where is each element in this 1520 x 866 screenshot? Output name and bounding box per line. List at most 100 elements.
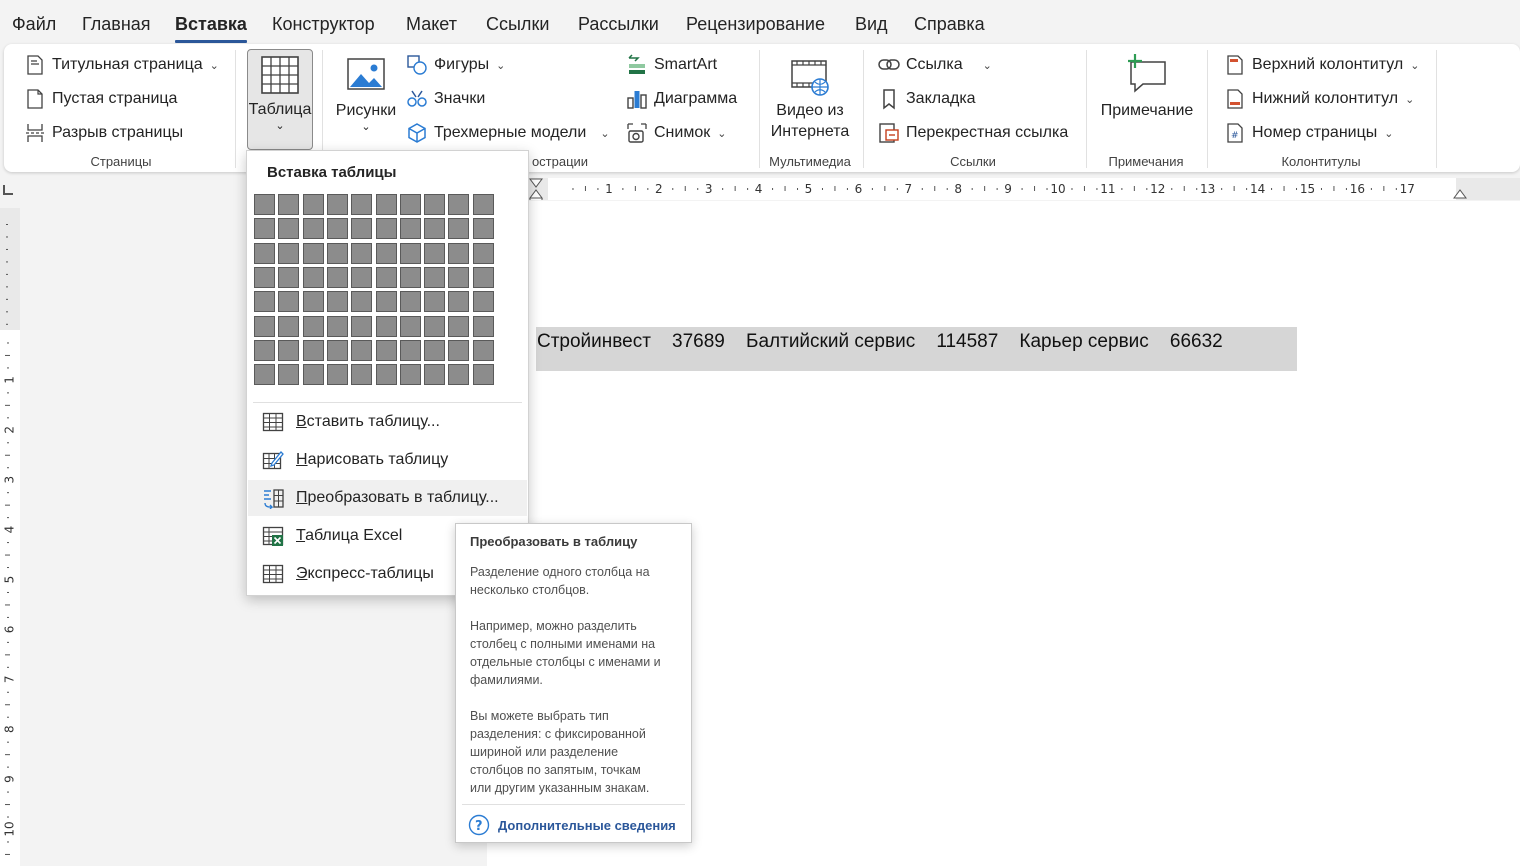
table-grid-cell[interactable] [399,218,421,240]
table-grid-cell[interactable] [448,315,470,337]
table-grid-cell[interactable] [254,194,275,215]
tab-home[interactable]: Главная [82,13,151,35]
table-grid-cell[interactable] [375,291,397,313]
table-grid-cell[interactable] [399,364,421,386]
pictures-button[interactable]: Рисунки ⌄ [332,56,400,133]
table-grid-cell[interactable] [375,242,397,264]
table-grid-cell[interactable] [278,218,300,240]
tab-references[interactable]: Ссылки [486,13,549,35]
tab-layout[interactable]: Макет [406,13,457,35]
shapes-button[interactable]: Фигуры ⌄ [406,52,505,78]
table-grid-cell[interactable] [351,218,373,240]
table-grid-cell[interactable] [448,218,470,240]
table-grid-cell[interactable] [302,315,324,337]
table-grid-cell[interactable] [302,242,324,264]
table-grid-cell[interactable] [399,242,421,264]
footer-button[interactable]: Нижний колонтитул ⌄ [1224,86,1414,112]
table-grid-cell[interactable] [472,194,494,215]
table-grid-cell[interactable] [448,339,470,361]
table-grid-cell[interactable] [326,291,348,313]
page-number-button[interactable]: # Номер страницы ⌄ [1224,120,1393,146]
table-grid-cell[interactable] [399,266,421,288]
table-grid-cell[interactable] [326,194,348,215]
table-grid-cell[interactable] [424,218,446,240]
table-grid-cell[interactable] [278,339,300,361]
tab-help[interactable]: Справка [914,13,985,35]
table-grid-cell[interactable] [399,194,421,215]
table-grid-cell[interactable] [448,266,470,288]
comment-button[interactable]: Примечание [1098,52,1196,121]
table-grid-cell[interactable] [254,339,275,361]
cross-reference-button[interactable]: Перекрестная ссылка [878,120,1068,146]
table-grid-cell[interactable] [278,291,300,313]
table-grid-cell[interactable] [278,242,300,264]
table-grid-cell[interactable] [424,194,446,215]
header-button[interactable]: Верхний колонтитул ⌄ [1224,52,1419,78]
table-grid-cell[interactable] [326,218,348,240]
table-grid-cell[interactable] [472,266,494,288]
table-grid-cell[interactable] [351,364,373,386]
icons-button[interactable]: Значки [406,86,485,112]
table-grid-cell[interactable] [424,266,446,288]
table-grid-cell[interactable] [302,364,324,386]
table-grid-cell[interactable] [326,315,348,337]
table-grid-cell[interactable] [472,339,494,361]
horizontal-ruler[interactable]: 1 2 3 4 5 6 7 8 9 10 11 12 13 14 15 16 17 [526,178,1520,200]
table-grid-cell[interactable] [302,218,324,240]
tab-selector[interactable] [3,185,13,195]
table-grid-cell[interactable] [326,266,348,288]
table-grid-cell[interactable] [448,194,470,215]
table-grid-cell[interactable] [278,194,300,215]
table-grid-cell[interactable] [302,194,324,215]
table-grid-cell[interactable] [424,339,446,361]
smartart-button[interactable]: SmartArt [626,52,717,78]
table-grid-cell[interactable] [375,364,397,386]
table-grid-cell[interactable] [399,315,421,337]
table-grid-cell[interactable] [278,364,300,386]
table-grid-cell[interactable] [399,291,421,313]
table-grid-cell[interactable] [254,242,275,264]
screenshot-button[interactable]: Снимок ⌄ [626,120,726,146]
table-grid-cell[interactable] [375,339,397,361]
table-grid-cell[interactable] [472,315,494,337]
table-grid-cell[interactable] [278,266,300,288]
table-grid-cell[interactable] [351,339,373,361]
3d-models-button[interactable]: Трехмерные модели ⌄ [406,120,610,146]
table-grid-cell[interactable] [302,339,324,361]
table-grid-cell[interactable] [472,364,494,386]
table-grid-cell[interactable] [472,291,494,313]
table-grid-cell[interactable] [351,266,373,288]
page-break-button[interactable]: Разрыв страницы [24,120,183,146]
chart-button[interactable]: Диаграмма [626,86,737,112]
table-grid-cell[interactable] [351,315,373,337]
table-grid-cell[interactable] [351,242,373,264]
table-grid-cell[interactable] [375,266,397,288]
table-grid-cell[interactable] [424,291,446,313]
table-grid-cell[interactable] [302,266,324,288]
document-text-line[interactable]: Стройинвест 37689 Балтийский сервис 1145… [537,331,1223,353]
draw-table-item[interactable]: Нарисовать таблицу [248,442,527,478]
table-grid-cell[interactable] [424,242,446,264]
tab-insert[interactable]: Вставка [175,13,247,43]
table-grid-cell[interactable] [399,339,421,361]
bookmark-button[interactable]: Закладка [878,86,976,112]
link-button[interactable]: Ссылка ⌄ [878,52,992,78]
table-grid-cell[interactable] [424,364,446,386]
table-grid-cell[interactable] [302,291,324,313]
table-grid-cell[interactable] [472,218,494,240]
table-grid-cell[interactable] [351,194,373,215]
table-grid-cell[interactable] [254,315,275,337]
convert-to-table-item[interactable]: Преобразовать в таблицу... [248,480,527,516]
blank-page-button[interactable]: Пустая страница [24,86,177,112]
table-grid-cell[interactable] [375,218,397,240]
tab-design[interactable]: Конструктор [272,13,375,35]
table-grid-cell[interactable] [278,315,300,337]
table-grid-cell[interactable] [351,291,373,313]
table-grid-cell[interactable] [424,315,446,337]
online-video-button[interactable]: Видео из Интернета [766,56,854,142]
tab-view[interactable]: Вид [855,13,888,35]
table-button[interactable]: Таблица ⌄ [247,49,313,150]
table-grid-cell[interactable] [448,291,470,313]
table-grid-cell[interactable] [375,194,397,215]
table-grid-cell[interactable] [472,242,494,264]
